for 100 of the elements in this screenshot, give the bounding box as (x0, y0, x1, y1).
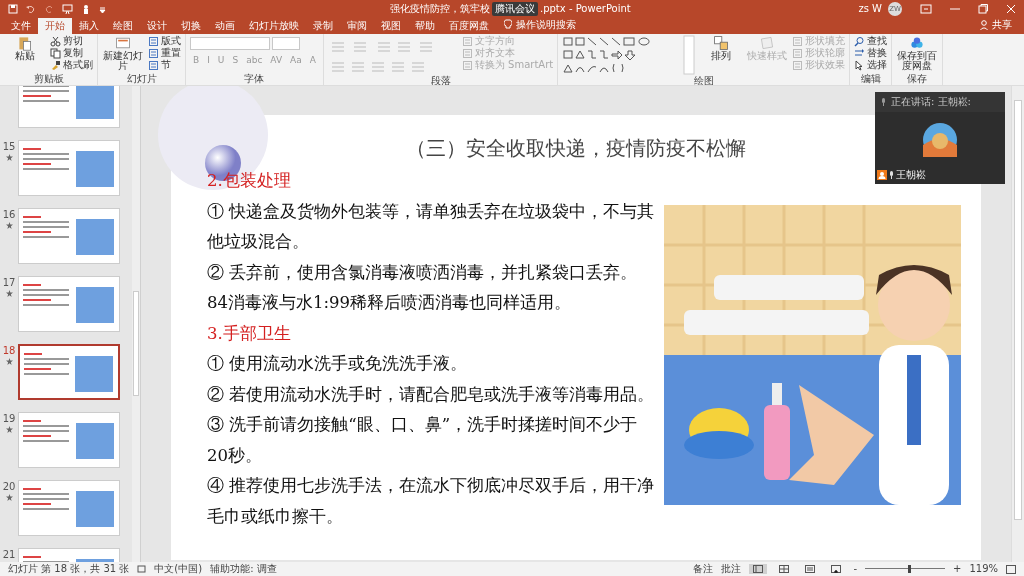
person-icon (980, 20, 989, 30)
ribbon-tab[interactable]: 百度网盘 (442, 18, 496, 34)
font-name-field[interactable] (190, 37, 270, 50)
avatar (923, 123, 957, 157)
slide-number: 20 (2, 481, 16, 492)
comments-button[interactable]: 批注 (721, 563, 742, 575)
body-paragraph: ① 快递盒及货物外包装等，请单独丢弃在垃圾袋中，不与其他垃圾混合。 (207, 200, 655, 253)
slide-number: 21 (2, 549, 16, 560)
slide-number: 16 (2, 209, 16, 220)
scroll-thumb[interactable] (1014, 100, 1022, 520)
ribbon-button[interactable]: 粘贴 (4, 35, 46, 61)
speaking-label: 正在讲话: 王朝崧: (891, 95, 971, 109)
format-button[interactable]: Aa (287, 55, 305, 65)
cloud-icon (909, 35, 926, 51)
ribbon-button[interactable]: 选择 (854, 59, 888, 71)
share-button[interactable]: 共享 (980, 18, 1024, 34)
group-label: 剪贴板 (32, 73, 65, 84)
slide-title: （三）安全收取快递，疫情防疫不松懈 (406, 135, 746, 162)
tell-me-search[interactable]: 操作说明搜索 (516, 18, 576, 34)
present-icon[interactable] (62, 3, 73, 14)
undo-icon[interactable] (26, 3, 36, 14)
maximize-icon[interactable] (978, 3, 988, 14)
notes-button[interactable]: 备注 (693, 563, 714, 575)
group-label: 段落 (429, 75, 452, 85)
person-icon (877, 170, 887, 180)
ribbon-button[interactable]: 替换 (854, 47, 888, 59)
language-status[interactable]: 中文(中国) (154, 563, 203, 575)
ribbon-display-icon[interactable] (920, 3, 932, 14)
group-label: 编辑 (859, 73, 882, 84)
body-paragraph: ③ 洗手前请勿接触“眼、口、鼻”，洗手时揉搓时间不少于20秒。 (207, 414, 639, 467)
zoom-out-button[interactable]: - (853, 563, 857, 575)
replace-icon (854, 47, 866, 59)
find-icon (854, 35, 866, 47)
section-heading: 3.手部卫生 (207, 322, 292, 345)
group-label: 字体 (243, 73, 266, 84)
format-button[interactable]: S (229, 55, 242, 65)
ribbon-tab[interactable]: 文件 (4, 18, 38, 34)
slide-count: 幻灯片 第 18 张，共 31 张 (8, 563, 130, 575)
view-button[interactable] (749, 564, 768, 574)
slide-thumbnail[interactable] (18, 344, 120, 400)
format-button[interactable]: B (190, 55, 203, 65)
ribbon-tab[interactable]: 帮助 (408, 18, 442, 34)
window-title: 强化疫情防控，筑牢校 (390, 1, 490, 16)
user-name: zs W (858, 3, 882, 14)
ribbon-button[interactable]: 剪切 (50, 35, 93, 47)
format-button[interactable]: abc (243, 55, 266, 65)
ribbon-button[interactable]: 节 (148, 59, 181, 71)
ribbon-tab[interactable]: 视图 (374, 18, 408, 34)
ribbon-button[interactable]: 格式刷 (50, 59, 93, 71)
ribbon-tab[interactable]: 录制 (306, 18, 340, 34)
ribbon-button[interactable]: 复制 (50, 47, 93, 59)
cut-icon (50, 35, 61, 47)
shapes-gallery[interactable] (562, 35, 697, 75)
participant-name: 王朝崧 (896, 168, 926, 182)
zoom-slider[interactable] (865, 564, 945, 574)
slide-number: 18 (2, 345, 16, 356)
font-size-field[interactable] (272, 37, 300, 50)
copy-icon (50, 47, 61, 59)
redo-icon[interactable] (44, 3, 54, 14)
body-paragraph: ② 丢弃前，使用含氯消毒液喷洒消毒，并扎紧袋口丢弃。 (207, 261, 639, 284)
ribbon-tab[interactable]: 幻灯片放映 (242, 18, 306, 34)
ribbon-button[interactable]: 保存到百度网盘 (896, 35, 939, 71)
ribbon-button[interactable]: 版式 (148, 35, 181, 47)
ribbon-button[interactable]: 新建幻灯片 (102, 35, 144, 71)
accessibility-status[interactable]: 辅助功能: 调查 (210, 563, 277, 575)
fit-slide-icon[interactable] (1006, 564, 1016, 574)
slide-number: 17 (2, 277, 16, 288)
format-button[interactable]: AV (267, 55, 286, 65)
zoom-level[interactable]: 119% (969, 563, 998, 575)
scroll-thumb[interactable] (133, 291, 139, 396)
ribbon-button[interactable]: 重置 (148, 47, 181, 59)
ribbon-tab[interactable]: 设计 (140, 18, 174, 34)
ribbon-button[interactable]: 查找 (854, 35, 888, 47)
ribbon-tab[interactable]: 动画 (208, 18, 242, 34)
ribbon-tab[interactable]: 切换 (174, 18, 208, 34)
body-paragraph: 84消毒液与水1:99稀释后喷洒消毒也同样适用。 (207, 292, 573, 314)
view-icon (831, 565, 842, 573)
format-button[interactable]: A (306, 55, 319, 65)
section-heading: 2.包装处理 (207, 170, 292, 192)
ribbon-tab[interactable]: 开始 (38, 18, 72, 34)
body-paragraph: ① 使用流动水洗手或免洗洗手液。 (207, 353, 469, 375)
spellcheck-icon[interactable] (137, 564, 147, 574)
close-icon[interactable] (1006, 3, 1016, 14)
slide-number: 15 (2, 141, 16, 152)
group-label: 幻灯片 (125, 73, 158, 84)
slide-number: 19 (2, 413, 16, 424)
ribbon-tab[interactable]: 审阅 (340, 18, 374, 34)
brush-icon (50, 59, 61, 71)
view-icon (805, 565, 816, 573)
zoom-in-button[interactable]: + (953, 563, 962, 575)
save-icon[interactable] (8, 3, 18, 14)
ribbon-tab[interactable]: 绘图 (106, 18, 140, 34)
body-paragraph: ④ 推荐使用七步洗手法，在流水下彻底冲尽双手后，用干净毛巾或纸巾擦干。 (207, 475, 655, 528)
format-button[interactable]: U (214, 55, 228, 65)
view-icon (779, 565, 790, 573)
ribbon-tab[interactable]: 插入 (72, 18, 106, 34)
view-icon (753, 565, 764, 573)
window-title-suffix: .pptx - PowerPoint (540, 3, 631, 14)
format-button[interactable]: I (204, 55, 213, 65)
ribbon-button[interactable]: 排列 (700, 35, 743, 61)
